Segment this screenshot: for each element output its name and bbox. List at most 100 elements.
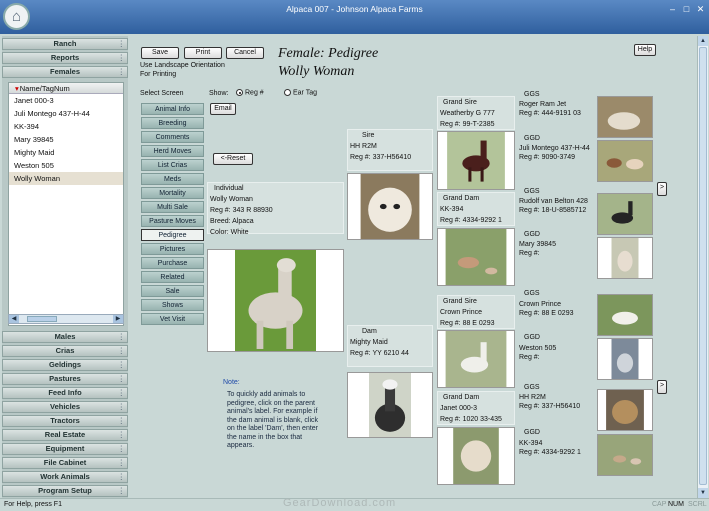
sidebar-item-reports[interactable]: Reports ⋮	[2, 52, 128, 64]
email-button[interactable]: Email	[210, 103, 236, 115]
ggs-photo[interactable]	[597, 389, 653, 431]
sidebar-item-males[interactable]: Males ⋮	[2, 331, 128, 343]
ggs-label[interactable]: GGS	[524, 188, 540, 195]
ggd-reg: Reg #: 9090-3749	[519, 154, 576, 161]
grand-sire-label[interactable]: Grand Sire	[438, 296, 514, 307]
sidebar-item-geldings[interactable]: Geldings ⋮	[2, 359, 128, 371]
tab-pictures[interactable]: Pictures	[141, 243, 204, 255]
grand-dam-photo[interactable]	[437, 427, 515, 485]
sidebar-item-ranch[interactable]: Ranch ⋮	[2, 38, 128, 50]
more-ancestors-button[interactable]: >	[657, 182, 667, 196]
grand-sire-photo[interactable]	[437, 131, 515, 190]
sidebar-item-work-animals[interactable]: Work Animals ⋮	[2, 471, 128, 483]
ggd-photo[interactable]	[597, 140, 653, 182]
cancel-button[interactable]: Cancel	[226, 47, 264, 59]
animal-list[interactable]: ▾Name/TagNum Janet 000-3 Juli Montego 43…	[8, 82, 124, 326]
maximize-button[interactable]: □	[681, 4, 692, 15]
ggd-label[interactable]: GGD	[524, 334, 540, 341]
reg-radio[interactable]: Reg #	[236, 89, 264, 96]
ggd-reg: Reg #:	[519, 354, 540, 361]
scroll-left-icon[interactable]: ◀	[9, 315, 19, 323]
sidebar-item-females[interactable]: Females ⋮	[2, 66, 128, 78]
ggs-photo[interactable]	[597, 96, 653, 138]
dam-photo[interactable]	[347, 372, 433, 438]
grand-dam-label[interactable]: Grand Dam	[438, 392, 514, 403]
tab-list-crias[interactable]: List Crias	[141, 159, 204, 171]
sire-label[interactable]: Sire	[348, 130, 432, 141]
ggd-label[interactable]: GGD	[524, 135, 540, 142]
grand-sire-label[interactable]: Grand Sire	[438, 97, 514, 108]
sidebar-item-program-setup[interactable]: Program Setup ⋮	[2, 485, 128, 497]
list-header[interactable]: ▾Name/TagNum	[9, 83, 123, 94]
close-button[interactable]: ✕	[695, 4, 706, 15]
grand-sire-panel: Grand Sire Weatherby G 777 Reg #: 99-T-2…	[437, 96, 515, 130]
tab-pasture-moves[interactable]: Pasture Moves	[141, 215, 204, 227]
sidebar-item-file-cabinet[interactable]: File Cabinet ⋮	[2, 457, 128, 469]
list-item[interactable]: Mighty Maid	[9, 146, 123, 159]
sidebar-item-vehicles[interactable]: Vehicles ⋮	[2, 401, 128, 413]
grand-sire-panel: Grand Sire Crown Prince Reg #: 88 E 0293	[437, 295, 515, 329]
list-item[interactable]: KK-394	[9, 120, 123, 133]
reset-button[interactable]: <-Reset	[213, 153, 253, 165]
individual-panel: Individual Wolly Woman Reg #: 343 R 8893…	[207, 182, 344, 236]
grand-dam-reg: Reg #: 1020 33-435	[440, 416, 502, 423]
sidebar-item-pastures[interactable]: Pastures ⋮	[2, 373, 128, 385]
tab-multi-sale[interactable]: Multi Sale	[141, 201, 204, 213]
ggs-photo[interactable]	[597, 294, 653, 336]
cap-indicator: CAP	[652, 501, 667, 508]
sire-panel: Sire HH R2M Reg #: 337-H56410	[347, 129, 433, 171]
sidebar-item-crias[interactable]: Crias ⋮	[2, 345, 128, 357]
tab-breeding[interactable]: Breeding	[141, 117, 204, 129]
list-item[interactable]: Weston 505	[9, 159, 123, 172]
scroll-down-icon[interactable]: ▼	[698, 488, 708, 498]
sidebar-item-equipment[interactable]: Equipment ⋮	[2, 443, 128, 455]
sidebar-item-feed-info[interactable]: Feed Info ⋮	[2, 387, 128, 399]
sire-photo[interactable]	[347, 173, 433, 240]
tab-purchase[interactable]: Purchase	[141, 257, 204, 269]
tab-vet-visit[interactable]: Vet Visit	[141, 313, 204, 325]
scroll-up-icon[interactable]: ▲	[698, 36, 708, 46]
sidebar-item-real-estate[interactable]: Real Estate ⋮	[2, 429, 128, 441]
individual-photo[interactable]	[207, 249, 344, 352]
ear-tag-radio[interactable]: Ear Tag	[284, 89, 317, 96]
list-item[interactable]: Juli Montego 437-H-44	[9, 107, 123, 120]
print-button[interactable]: Print	[184, 47, 222, 59]
tab-pedigree[interactable]: Pedigree	[141, 229, 204, 241]
minimize-button[interactable]: –	[667, 4, 678, 15]
tab-related[interactable]: Related	[141, 271, 204, 283]
grand-sire-photo[interactable]	[437, 330, 515, 388]
scroll-right-icon[interactable]: ▶	[113, 315, 123, 323]
save-button[interactable]: Save	[141, 47, 179, 59]
vertical-scrollbar[interactable]: ▲ ▼	[697, 36, 708, 498]
tab-meds[interactable]: Meds	[141, 173, 204, 185]
individual-label[interactable]: Individual	[208, 183, 343, 194]
tab-animal-info[interactable]: Animal Info	[141, 103, 204, 115]
ggs-photo[interactable]	[597, 193, 653, 235]
ggs-label[interactable]: GGS	[524, 91, 540, 98]
tab-shows[interactable]: Shows	[141, 299, 204, 311]
ggd-photo[interactable]	[597, 338, 653, 380]
list-item[interactable]: Janet 000-3	[9, 94, 123, 107]
list-item[interactable]: Wolly Woman	[9, 172, 123, 185]
sidebar-item-tractors[interactable]: Tractors ⋮	[2, 415, 128, 427]
alpaca-photo-icon	[447, 132, 505, 189]
ggd-label[interactable]: GGD	[524, 231, 540, 238]
ggd-photo[interactable]	[597, 434, 653, 476]
ggs-label[interactable]: GGS	[524, 290, 540, 297]
grand-dam-label[interactable]: Grand Dam	[438, 193, 514, 204]
help-button[interactable]: Help	[634, 44, 656, 56]
dam-label[interactable]: Dam	[348, 326, 432, 337]
horizontal-scrollbar[interactable]: ◀ ▶	[8, 314, 124, 324]
scroll-thumb[interactable]	[27, 316, 57, 322]
ggd-photo[interactable]	[597, 237, 653, 279]
tab-herd-moves[interactable]: Herd Moves	[141, 145, 204, 157]
ggd-label[interactable]: GGD	[524, 429, 540, 436]
tab-sale[interactable]: Sale	[141, 285, 204, 297]
grand-dam-photo[interactable]	[437, 228, 515, 286]
tab-mortality[interactable]: Mortality	[141, 187, 204, 199]
more-ancestors-button[interactable]: >	[657, 380, 667, 394]
scroll-thumb[interactable]	[699, 47, 707, 485]
ggs-label[interactable]: GGS	[524, 384, 540, 391]
list-item[interactable]: Mary 39845	[9, 133, 123, 146]
tab-comments[interactable]: Comments	[141, 131, 204, 143]
